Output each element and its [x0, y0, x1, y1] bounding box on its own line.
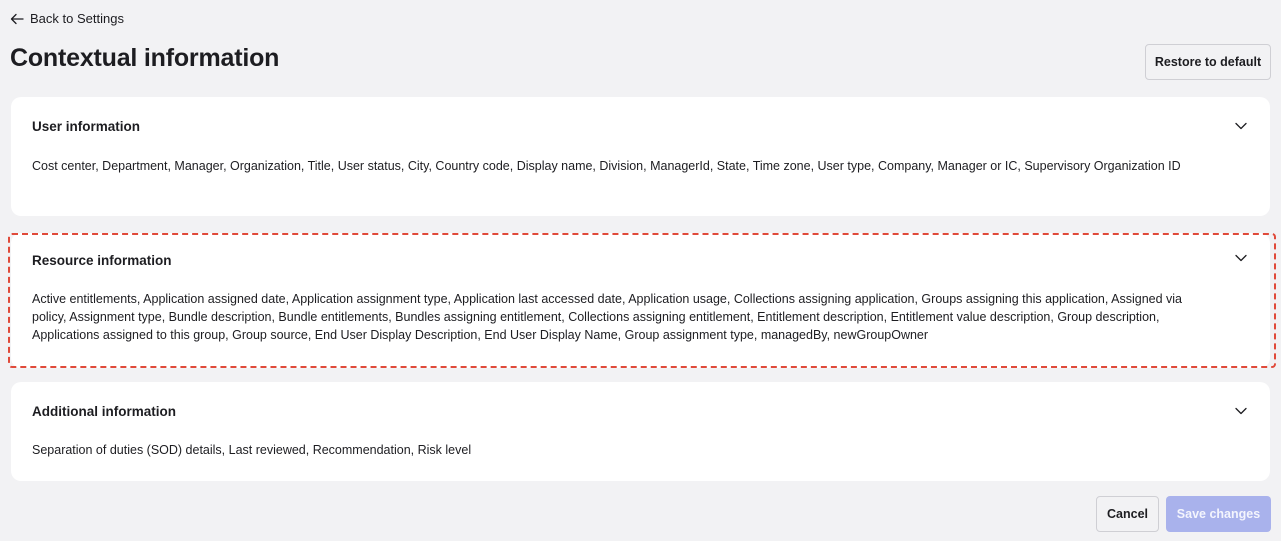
additional-information-card: Additional information Separation of dut…	[11, 382, 1270, 481]
chevron-down-icon[interactable]	[1234, 119, 1248, 133]
back-to-settings-link[interactable]: Back to Settings	[10, 11, 124, 26]
arrow-left-icon	[10, 13, 24, 25]
cancel-button[interactable]: Cancel	[1096, 496, 1159, 532]
additional-information-fields: Separation of duties (SOD) details, Last…	[32, 443, 472, 457]
user-information-card: User information Cost center, Department…	[11, 97, 1270, 216]
resource-information-card: Resource information Active entitlements…	[11, 233, 1270, 368]
resource-information-fields: Active entitlements, Application assigne…	[32, 292, 1183, 342]
page-title: Contextual information	[10, 44, 280, 72]
back-link-label: Back to Settings	[30, 11, 124, 26]
user-information-title: User information	[32, 119, 141, 134]
chevron-down-icon[interactable]	[1234, 251, 1248, 265]
save-changes-button[interactable]: Save changes	[1166, 496, 1271, 532]
chevron-down-icon[interactable]	[1234, 404, 1248, 418]
resource-information-title: Resource information	[32, 253, 172, 268]
restore-to-default-button[interactable]: Restore to default	[1145, 44, 1271, 80]
additional-information-title: Additional information	[32, 404, 176, 419]
user-information-fields: Cost center, Department, Manager, Organi…	[32, 159, 1181, 173]
